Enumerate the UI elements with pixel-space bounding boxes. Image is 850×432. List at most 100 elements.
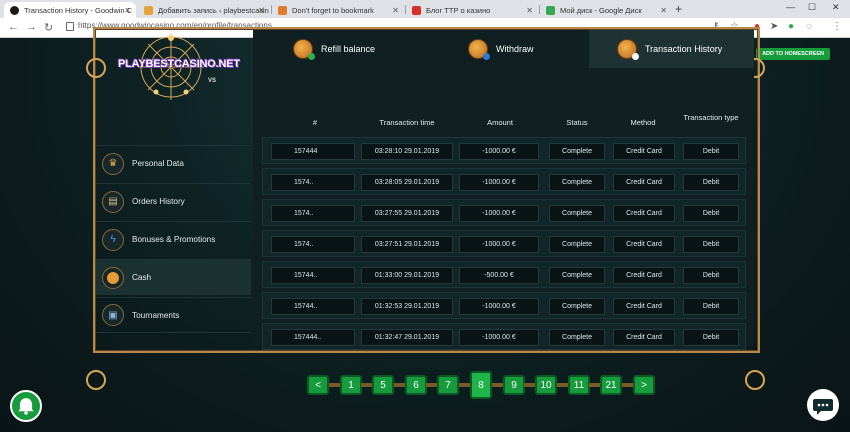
- extension-circle-icon[interactable]: ◌: [806, 21, 812, 32]
- cell-status: Complete: [549, 298, 605, 315]
- table-row: 157444.. 01:32:47 29.01.2019 -1000.00 € Com…: [262, 323, 746, 350]
- extension-green-icon[interactable]: ●: [788, 21, 794, 32]
- tab-transaction-history[interactable]: Transaction History: [589, 30, 754, 68]
- cell-time: 01:33:00 29.01.2019: [361, 267, 453, 284]
- column-header-type: Transaction type: [683, 113, 739, 122]
- minimize-icon[interactable]: —: [786, 2, 795, 12]
- cell-method: Credit Card: [613, 174, 675, 191]
- cell-status: Complete: [549, 174, 605, 191]
- maximize-icon[interactable]: ☐: [808, 2, 816, 13]
- browser-tab-3[interactable]: Don't forget to bookmark ✕: [272, 2, 404, 18]
- next-page-button[interactable]: >: [633, 375, 655, 395]
- page-button-9[interactable]: 9: [503, 375, 525, 395]
- cell-type: Debit: [683, 329, 739, 346]
- sidebar-item-label: Tournaments: [132, 310, 180, 320]
- cell-method: Credit Card: [613, 267, 675, 284]
- crown-icon: ♛: [102, 152, 124, 175]
- tab-favicon: [546, 5, 555, 15]
- tab-favicon: [278, 5, 287, 15]
- coin-icon: [102, 266, 124, 289]
- cell-type: Debit: [683, 174, 739, 191]
- sidebar-item-orders-history[interactable]: ▤ Orders History: [96, 183, 251, 219]
- cell-time: 03:28:10 29.01.2019: [361, 143, 453, 160]
- cell-type: Debit: [683, 143, 739, 160]
- menu-icon[interactable]: ⋮: [832, 21, 842, 32]
- cell-status: Complete: [549, 236, 605, 253]
- browser-tab-title: Мой диск - Google Диск: [560, 5, 642, 15]
- prev-page-button[interactable]: <: [307, 375, 329, 395]
- browser-tab-title: Добавить запись ‹ playbestcasin: [158, 5, 269, 15]
- pagination-connector: [524, 383, 535, 387]
- page-button-1[interactable]: 1: [340, 375, 362, 395]
- browser-tab-2[interactable]: Добавить запись ‹ playbestcasin ✕: [138, 2, 270, 18]
- frame-ornament: [86, 370, 106, 390]
- close-tab-icon[interactable]: ✕: [526, 6, 533, 15]
- pagination-connector: [361, 383, 372, 387]
- close-tab-icon[interactable]: ✕: [258, 6, 265, 15]
- pagination-connector: [459, 383, 470, 387]
- tab-favicon: [144, 5, 153, 15]
- page-button-7[interactable]: 7: [437, 375, 459, 395]
- browser-tab-5[interactable]: Мой диск - Google Диск ✕: [540, 2, 672, 18]
- sidebar-item-personal-data[interactable]: ♛ Personal Data: [96, 145, 251, 181]
- extension-cursor-icon[interactable]: ➤: [770, 21, 778, 32]
- chat-button[interactable]: [807, 389, 839, 421]
- cell-method: Credit Card: [613, 236, 675, 253]
- close-tab-icon[interactable]: ✕: [660, 6, 667, 15]
- page-button-11[interactable]: 11: [568, 375, 590, 395]
- page-button-8[interactable]: 8: [470, 371, 492, 399]
- tab-withdraw[interactable]: Withdraw: [468, 30, 588, 68]
- cell-method: Credit Card: [613, 143, 675, 160]
- cell-time: 01:32:53 29.01.2019: [361, 298, 453, 315]
- tab-favicon: [10, 5, 19, 15]
- cell-method: Credit Card: [613, 329, 675, 346]
- forward-icon[interactable]: →: [26, 21, 37, 33]
- sidebar-item-tournaments[interactable]: ▣ Tournaments: [96, 297, 251, 333]
- pagination-connector: [426, 383, 437, 387]
- browser-tab-4[interactable]: Блог ТТР о казино ✕: [406, 2, 538, 18]
- pagination-connector: [329, 383, 340, 387]
- cell-type: Debit: [683, 205, 739, 222]
- lock-icon: [66, 22, 74, 31]
- cell-id: 1574..: [271, 174, 355, 191]
- sidebar-item-label: Orders History: [132, 197, 185, 206]
- cell-id: 157444: [271, 143, 355, 160]
- reload-icon[interactable]: ↻: [44, 21, 53, 34]
- page-button-6[interactable]: 6: [405, 375, 427, 395]
- cell-amount: -1000.00 €: [459, 143, 539, 160]
- sidebar-item-bonuses-promotions[interactable]: ϟ Bonuses & Promotions: [96, 221, 251, 257]
- pagination-connector: [622, 383, 633, 387]
- withdraw-coin-icon: [468, 39, 490, 60]
- notifications-bell-button[interactable]: [10, 390, 42, 422]
- cell-method: Credit Card: [613, 205, 675, 222]
- cell-amount: -1000.00 €: [459, 174, 539, 191]
- history-coin-icon: [617, 39, 639, 60]
- tab-label: Transaction History: [645, 44, 723, 54]
- tab-refill-balance[interactable]: Refill balance: [293, 30, 433, 68]
- cell-status: Complete: [549, 143, 605, 160]
- window-close-icon[interactable]: ✕: [832, 2, 840, 13]
- cell-amount: -1000.00 €: [459, 329, 539, 346]
- cell-amount: -1000.00 €: [459, 236, 539, 253]
- tab-label: Withdraw: [496, 44, 534, 54]
- cell-type: Debit: [683, 267, 739, 284]
- page-button-5[interactable]: 5: [372, 375, 394, 395]
- browser-tab-1[interactable]: Transaction History - Goodwin C ✕: [4, 2, 136, 18]
- sidebar-item-cash[interactable]: Cash: [96, 259, 251, 295]
- back-icon[interactable]: ←: [8, 21, 19, 33]
- sidebar-item-label: Cash: [132, 273, 152, 282]
- close-tab-icon[interactable]: ✕: [392, 6, 399, 15]
- close-tab-icon[interactable]: ✕: [124, 6, 131, 15]
- table-row: 1574.. 03:27:51 29.01.2019 -1000.00 € Compl…: [262, 230, 746, 257]
- new-tab-icon[interactable]: +: [675, 2, 682, 16]
- table-row: 15744.. 01:32:53 29.01.2019 -1000.00 € Comp…: [262, 292, 746, 319]
- frame-ornament: [745, 370, 765, 390]
- page-button-21[interactable]: 21: [600, 375, 622, 395]
- column-header-method: Method: [630, 118, 656, 127]
- page-button-10[interactable]: 10: [535, 375, 557, 395]
- logo-sub: VS: [208, 78, 217, 84]
- add-to-homescreen-button[interactable]: ADD TO HOMESCREEN: [756, 48, 830, 60]
- table-row: 157444 03:28:10 29.01.2019 -1000.00 € Compl…: [262, 137, 746, 164]
- cell-id: 1574..: [271, 205, 355, 222]
- table-row: 1574.. 03:28:05 29.01.2019 -1000.00 € Compl…: [262, 168, 746, 195]
